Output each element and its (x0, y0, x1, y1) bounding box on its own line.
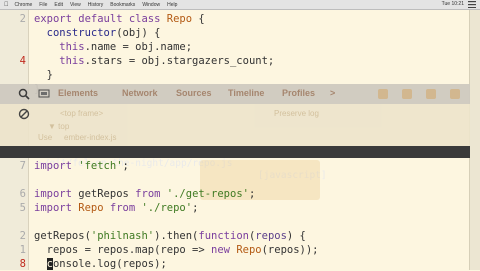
code-text: } (34, 69, 53, 81)
clear-console-icon[interactable] (18, 108, 30, 120)
code-line[interactable]: } (0, 68, 470, 82)
line-number: 5 (19, 202, 26, 214)
menu-item-view[interactable]: View (70, 2, 81, 8)
menu-bar:  Chrome File Edit View History Bookmark… (0, 0, 480, 10)
menu-item-chrome[interactable]: Chrome (15, 2, 33, 8)
code-text: import getRepos from './get-repos'; (34, 188, 256, 200)
menu-item-file[interactable]: File (39, 2, 47, 8)
menu-item-help[interactable]: Help (167, 2, 177, 8)
dock-icon[interactable] (426, 89, 436, 99)
menu-item-edit[interactable]: Edit (54, 2, 63, 8)
devtools-toolbar: Elements Network Sources Timeline Profil… (0, 84, 470, 104)
console-row: Use (38, 133, 53, 142)
search-icon[interactable] (18, 88, 30, 100)
drawer-icon[interactable] (378, 89, 388, 99)
apple-icon[interactable]:  (4, 2, 9, 8)
console-row: ember-index.js (64, 133, 117, 142)
tab-more[interactable]: > (330, 88, 335, 98)
code-text: import 'fetch'; (34, 160, 129, 172)
menu-item-window[interactable]: Window (142, 2, 160, 8)
code-text: constructor(obj) { (34, 27, 161, 39)
code-line[interactable]: 4 this.stars = obj.stargazers_count; (0, 54, 470, 68)
line-number: 2 (19, 230, 26, 242)
tab-timeline[interactable]: Timeline (228, 88, 264, 98)
code-text: export default class Repo { (34, 13, 205, 25)
code-line[interactable]: 5 import Repo from './repo'; (0, 201, 470, 215)
line-number: 1 (19, 244, 26, 256)
menubar-clock[interactable]: Tue 10:21 (442, 1, 464, 7)
editor-statusbar: ~/git/fel-on-the-night/app/repo.js [java… (0, 146, 470, 181)
code-line[interactable]: 1 repos = repos.map(repo => new Repo(rep… (0, 243, 470, 257)
list-icon[interactable] (468, 1, 476, 8)
line-number: 4 (19, 55, 26, 67)
tab-sources[interactable]: Sources (176, 88, 212, 98)
devtools-console-area: <top frame> Preserve log ▼ top ember-ind… (0, 104, 470, 146)
code-text: this.name = obj.name; (34, 41, 193, 53)
code-line[interactable]: 2 getRepos('philnash').then(function(repo… (0, 229, 470, 243)
code-line[interactable]: 6 import getRepos from './get-repos'; (0, 187, 470, 201)
line-number: 7 (19, 160, 26, 172)
code-text: this.stars = obj.stargazers_count; (34, 55, 275, 67)
code-text: repos = repos.map(repo => new Repo(repos… (34, 244, 319, 256)
code-text: getRepos('philnash').then(function(repos… (34, 230, 306, 242)
code-line[interactable] (0, 215, 470, 229)
line-number: 8 (19, 258, 26, 270)
code-line[interactable] (0, 173, 470, 187)
code-text: console.log(repos); (46, 258, 167, 270)
code-editor-bottom[interactable]: 7 import 'fetch'; 6 import getRepos from '.… (0, 158, 470, 270)
line-number: 2 (19, 13, 26, 25)
tab-network[interactable]: Network (122, 88, 158, 98)
code-line[interactable]: 8 console.log(repos); (0, 257, 470, 271)
preserve-log-checkbox[interactable]: Preserve log (274, 109, 319, 118)
tab-profiles[interactable]: Profiles (282, 88, 315, 98)
editor-scrollbar[interactable] (469, 10, 480, 270)
settings-icon[interactable] (402, 89, 412, 99)
device-mode-icon[interactable] (38, 88, 50, 100)
tab-elements[interactable]: Elements (58, 88, 98, 98)
code-text: import Repo from './repo'; (34, 202, 199, 214)
menu-item-history[interactable]: History (88, 2, 104, 8)
menu-item-bookmarks[interactable]: Bookmarks (110, 2, 135, 8)
code-line[interactable]: this.name = obj.name; (0, 40, 470, 54)
close-icon[interactable] (450, 89, 460, 99)
code-line[interactable]: 7 import 'fetch'; (0, 159, 470, 173)
frame-selector[interactable]: <top frame> (60, 109, 103, 118)
line-number: 6 (19, 188, 26, 200)
code-editor-top[interactable]: 2 export default class Repo { constructor… (0, 10, 470, 95)
code-line[interactable]: constructor(obj) { (0, 26, 470, 40)
code-line[interactable]: 2 export default class Repo { (0, 12, 470, 26)
console-row: ▼ top (48, 122, 70, 131)
